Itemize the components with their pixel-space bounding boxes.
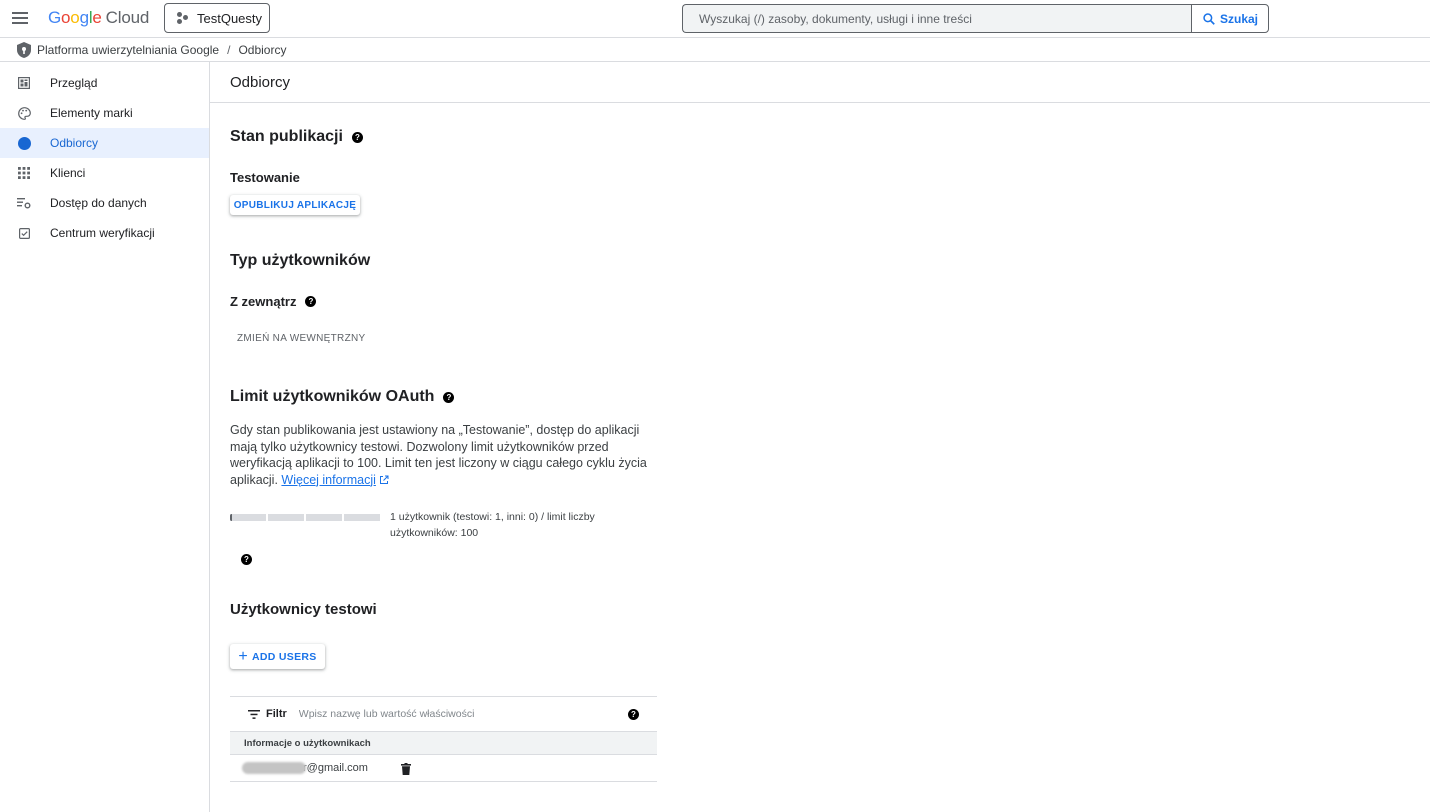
add-users-label: ADD USERS (252, 650, 317, 663)
sidebar-item-label: Odbiorcy (50, 136, 99, 150)
sidebar-item-label: Dostęp do danych (50, 196, 147, 210)
delete-icon[interactable] (401, 763, 411, 775)
column-header-user-info[interactable]: Informacje o użytkownikach (230, 732, 657, 755)
table-row: r@gmail.com (230, 755, 657, 782)
breadcrumb-parent[interactable]: Platforma uwierzytelniania Google (37, 43, 219, 57)
sidebar: Przegląd Elementy marki Odbiorcy Klienci… (0, 62, 210, 812)
help-icon[interactable]: ? (628, 709, 639, 720)
project-icon (177, 12, 189, 24)
progress-segment (306, 514, 342, 521)
google-cloud-logo[interactable]: Google Cloud (48, 8, 149, 28)
sidebar-item-label: Centrum weryfikacji (50, 226, 155, 240)
breadcrumb-current: Odbiorcy (238, 42, 287, 57)
sidebar-item-audience[interactable]: Odbiorcy (0, 128, 209, 158)
search-icon (1203, 12, 1215, 25)
test-users-table: Filtr ? Informacje o użytkownikach r@gma… (230, 696, 657, 782)
oauth-limit-description: Gdy stan publikowania jest ustawiony na … (230, 422, 655, 488)
search-input[interactable] (699, 11, 1192, 26)
main-content: Odbiorcy Stan publikacji ? Testowanie OP… (210, 62, 1430, 812)
publish-status-heading: Stan publikacji ? (230, 128, 363, 146)
project-picker-button[interactable]: TestQuesty (164, 3, 270, 33)
apps-grid-icon (18, 167, 30, 179)
redacted-email-part (242, 762, 306, 774)
oauth-usage-text: 1 użytkownik (testowi: 1, inni: 0) / lim… (390, 511, 595, 539)
test-users-heading-text: Użytkownicy testowi (230, 601, 377, 618)
sidebar-item-label: Elementy marki (50, 106, 133, 120)
filter-label: Filtr (266, 708, 287, 720)
help-icon[interactable]: ? (443, 391, 455, 403)
sidebar-item-verification[interactable]: Centrum weryfikacji (0, 218, 209, 248)
sidebar-item-clients[interactable]: Klienci (0, 158, 209, 188)
change-to-internal-button[interactable]: ZMIEŃ NA WEWNĘTRZNY (237, 333, 365, 344)
checkbox-icon (18, 227, 30, 239)
palette-icon (17, 106, 31, 120)
breadcrumb-separator: / (227, 42, 231, 57)
oauth-limit-heading-text: Limit użytkowników OAuth (230, 388, 435, 405)
sidebar-item-label: Klienci (50, 166, 86, 180)
search-button[interactable]: Szukaj (1191, 4, 1269, 33)
progress-segment (268, 514, 304, 521)
user-type-value: Z zewnątrz (230, 294, 297, 309)
filter-icon[interactable] (248, 709, 260, 719)
account-circle-icon (17, 136, 31, 150)
page-header: Odbiorcy (210, 62, 1430, 103)
publish-app-button[interactable]: OPUBLIKUJ APLIKACJĘ (230, 195, 360, 215)
progress-fill (230, 514, 232, 521)
breadcrumb: Platforma uwierzytelniania Google / Odbi… (0, 38, 1430, 62)
external-link-icon (379, 475, 389, 484)
publish-status-heading-text: Stan publikacji (230, 128, 343, 145)
data-settings-icon (17, 198, 31, 209)
user-type-value-row: Z zewnątrz ? (230, 294, 317, 309)
help-icon[interactable]: ? (241, 554, 252, 565)
progress-segment (230, 514, 266, 521)
help-icon[interactable]: ? (351, 131, 363, 143)
user-email: r@gmail.com (303, 762, 368, 774)
publish-status-value: Testowanie (230, 170, 300, 185)
user-type-heading-text: Typ użytkowników (230, 252, 371, 269)
filter-bar: Filtr ? (230, 696, 657, 732)
top-bar: GoogleCloud TestQuesty Szukaj (0, 0, 1430, 38)
sidebar-item-data-access[interactable]: Dostęp do danych (0, 188, 209, 218)
sidebar-item-overview[interactable]: Przegląd (0, 68, 209, 98)
filter-input[interactable] (298, 708, 599, 720)
shield-icon (17, 41, 31, 58)
help-icon[interactable]: ? (305, 296, 317, 307)
oauth-usage-progress-bar (230, 514, 380, 521)
main-menu-icon[interactable] (10, 8, 30, 28)
dashboard-icon (18, 77, 30, 89)
more-info-link[interactable]: Więcej informacji (281, 473, 375, 487)
sidebar-item-label: Przegląd (50, 76, 98, 90)
sidebar-item-branding[interactable]: Elementy marki (0, 98, 209, 128)
test-users-heading: Użytkownicy testowi (230, 601, 377, 618)
user-type-heading: Typ użytkowników (230, 252, 370, 270)
add-users-button[interactable]: + ADD USERS (230, 644, 325, 669)
page-title: Odbiorcy (230, 73, 291, 91)
oauth-limit-heading: Limit użytkowników OAuth ? (230, 388, 455, 406)
search-box[interactable] (682, 4, 1192, 33)
search-button-label: Szukaj (1219, 11, 1258, 26)
logo-cloud-text: Cloud (105, 8, 150, 27)
add-icon: + (238, 647, 249, 665)
project-name: TestQuesty (197, 10, 263, 26)
progress-segment (344, 514, 380, 521)
